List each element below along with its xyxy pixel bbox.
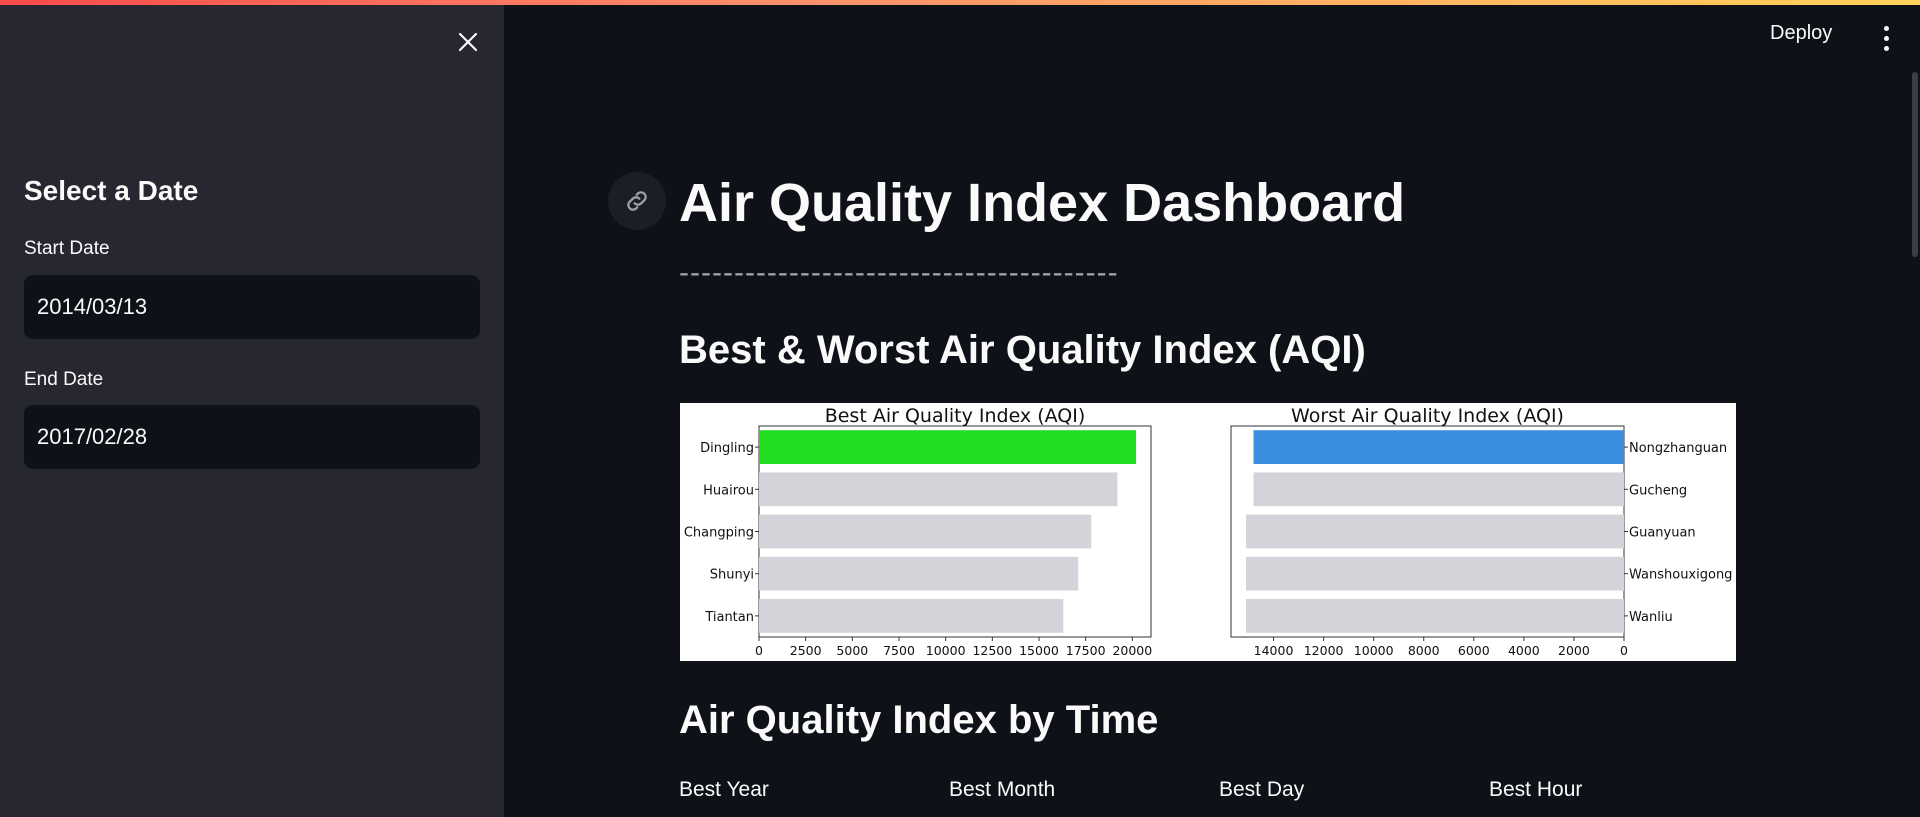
bar-changping — [759, 514, 1092, 549]
chart-title: Best Air Quality Index (AQI) — [825, 405, 1086, 427]
page-title: Air Quality Index Dashboard — [679, 173, 1406, 233]
aqi-charts-svg: Best Air Quality Index (AQI) Dingling Huai… — [684, 405, 1733, 658]
category-label: Shunyi — [710, 568, 754, 583]
metric-label-best-year: Best Year — [679, 778, 769, 801]
metric-label-best-hour: Best Hour — [1489, 778, 1583, 801]
x-tick-label: 8000 — [1408, 643, 1440, 658]
category-label: Changping — [684, 526, 754, 541]
chart-title: Worst Air Quality Index (AQI) — [1291, 405, 1564, 427]
category-label: Wanliu — [1629, 610, 1673, 625]
x-tick-label: 4000 — [1508, 643, 1540, 658]
x-tick-label: 12000 — [1304, 643, 1344, 658]
deploy-button[interactable]: Deploy — [1770, 22, 1832, 45]
x-tick-label: 10000 — [1354, 643, 1394, 658]
end-date-label: End Date — [24, 369, 104, 390]
x-tick-label: 7500 — [883, 643, 915, 658]
x-tick-label: 14000 — [1254, 643, 1294, 658]
category-label: Huairou — [703, 483, 754, 498]
section-title-best-worst: Best & Worst Air Quality Index (AQI) — [679, 328, 1366, 372]
sidebar-heading: Select a Date — [24, 175, 199, 206]
title-anchor-link[interactable] — [608, 172, 666, 230]
scrollbar-thumb[interactable] — [1912, 72, 1918, 257]
start-date-input[interactable] — [24, 275, 480, 339]
category-label: Nongzhanguan — [1629, 441, 1727, 456]
dot — [1883, 35, 1889, 41]
aqi-bar-charts: Best Air Quality Index (AQI) Dingling Huai… — [680, 403, 1736, 661]
bar-gucheng — [1253, 472, 1624, 507]
x-tick-label: 20000 — [1112, 643, 1152, 658]
category-label: Gucheng — [1629, 483, 1687, 498]
metric-label-best-month: Best Month — [949, 778, 1056, 801]
x-tick-label: 17500 — [1066, 643, 1106, 658]
sidebar: Select a Date Start Date End Date — [0, 0, 504, 817]
bar-nongzhanguan — [1253, 430, 1624, 464]
bar-wanliu — [1246, 599, 1624, 633]
bar-dingling — [759, 430, 1137, 464]
category-label: Wanshouxigong — [1629, 568, 1732, 583]
metric-label-best-day: Best Day — [1219, 778, 1305, 801]
x-tick-label: 2000 — [1558, 643, 1590, 658]
section-title-by-time: Air Quality Index by Time — [679, 698, 1159, 742]
category-label: Tiantan — [704, 610, 754, 625]
x-tick-label: 15000 — [1019, 643, 1059, 658]
x-tick-label: 0 — [1620, 643, 1628, 658]
bar-wanshouxigong — [1246, 556, 1624, 591]
link-icon — [627, 191, 647, 211]
close-icon — [458, 32, 478, 52]
x-tick-label: 6000 — [1458, 643, 1490, 658]
bar-shunyi — [759, 556, 1079, 591]
x-tick-label: 0 — [755, 643, 763, 658]
x-tick-label: 2500 — [790, 643, 822, 658]
title-divider: ---------------------------------------- — [679, 256, 1119, 289]
category-label: Dingling — [700, 441, 754, 456]
x-tick-label: 12500 — [972, 643, 1012, 658]
main-menu-button[interactable] — [1874, 22, 1898, 54]
bar-tiantan — [759, 599, 1064, 633]
bar-huairou — [759, 472, 1118, 507]
close-sidebar-button[interactable] — [452, 26, 484, 58]
start-date-label: Start Date — [24, 238, 110, 259]
end-date-input[interactable] — [24, 405, 480, 469]
dot — [1883, 45, 1889, 51]
bar-guanyuan — [1246, 514, 1624, 549]
x-tick-label: 10000 — [926, 643, 966, 658]
category-label: Guanyuan — [1629, 526, 1696, 541]
dot — [1883, 25, 1889, 31]
x-tick-label: 5000 — [836, 643, 868, 658]
top-decoration-stripe — [0, 0, 1920, 5]
